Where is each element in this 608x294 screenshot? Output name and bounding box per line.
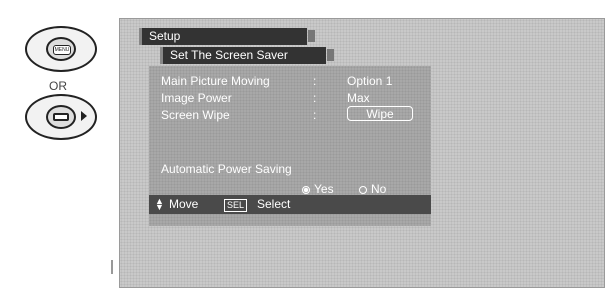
right-arrow-icon (81, 111, 87, 121)
tab-end-cap (308, 30, 315, 42)
select-key-icon (53, 113, 69, 121)
setup-tab-label: Setup (149, 29, 181, 43)
image-power-label: Image Power (161, 91, 232, 105)
separator-colon: : (313, 91, 317, 105)
tv-screen: Setup Set The Screen Saver Main Picture … (119, 18, 605, 288)
tab-end-cap (327, 49, 334, 61)
yes-label: Yes (314, 182, 334, 196)
image-power-value[interactable]: Max (347, 91, 370, 105)
screen-saver-submenu-tab[interactable]: Set The Screen Saver (160, 47, 334, 64)
screen-wipe-label: Screen Wipe (161, 108, 230, 122)
or-label: OR (49, 79, 67, 93)
power-saving-yes-option[interactable]: Yes (302, 182, 334, 196)
select-button[interactable] (25, 94, 97, 140)
remote-control-diagram: MENU OR (12, 8, 110, 163)
main-picture-moving-value[interactable]: Option 1 (347, 74, 392, 88)
menu-button[interactable]: MENU (25, 26, 97, 72)
select-button-inner (46, 105, 76, 129)
select-hint: Select (257, 197, 291, 211)
radio-unselected-icon (359, 185, 367, 194)
main-picture-moving-label: Main Picture Moving (161, 74, 270, 88)
screen-saver-tab-label: Set The Screen Saver (170, 48, 288, 62)
menu-key-label: MENU (53, 45, 71, 55)
wipe-button[interactable]: Wipe (347, 106, 413, 121)
no-label: No (371, 182, 387, 196)
move-hint: Move (169, 197, 199, 211)
separator-colon: : (313, 108, 317, 122)
divider (111, 260, 117, 274)
setup-menu-tab[interactable]: Setup (139, 28, 315, 45)
separator-colon: : (313, 74, 317, 88)
menu-button-inner: MENU (46, 37, 76, 61)
sel-key-icon: SEL (224, 199, 248, 212)
radio-selected-icon (302, 185, 310, 194)
up-down-arrow-icon: ▲ ▼ (155, 196, 164, 212)
automatic-power-saving-label: Automatic Power Saving (161, 162, 292, 176)
navigation-hint-bar: ▲ ▼ Move SEL Select (149, 195, 431, 214)
power-saving-no-option[interactable]: No (359, 182, 386, 196)
